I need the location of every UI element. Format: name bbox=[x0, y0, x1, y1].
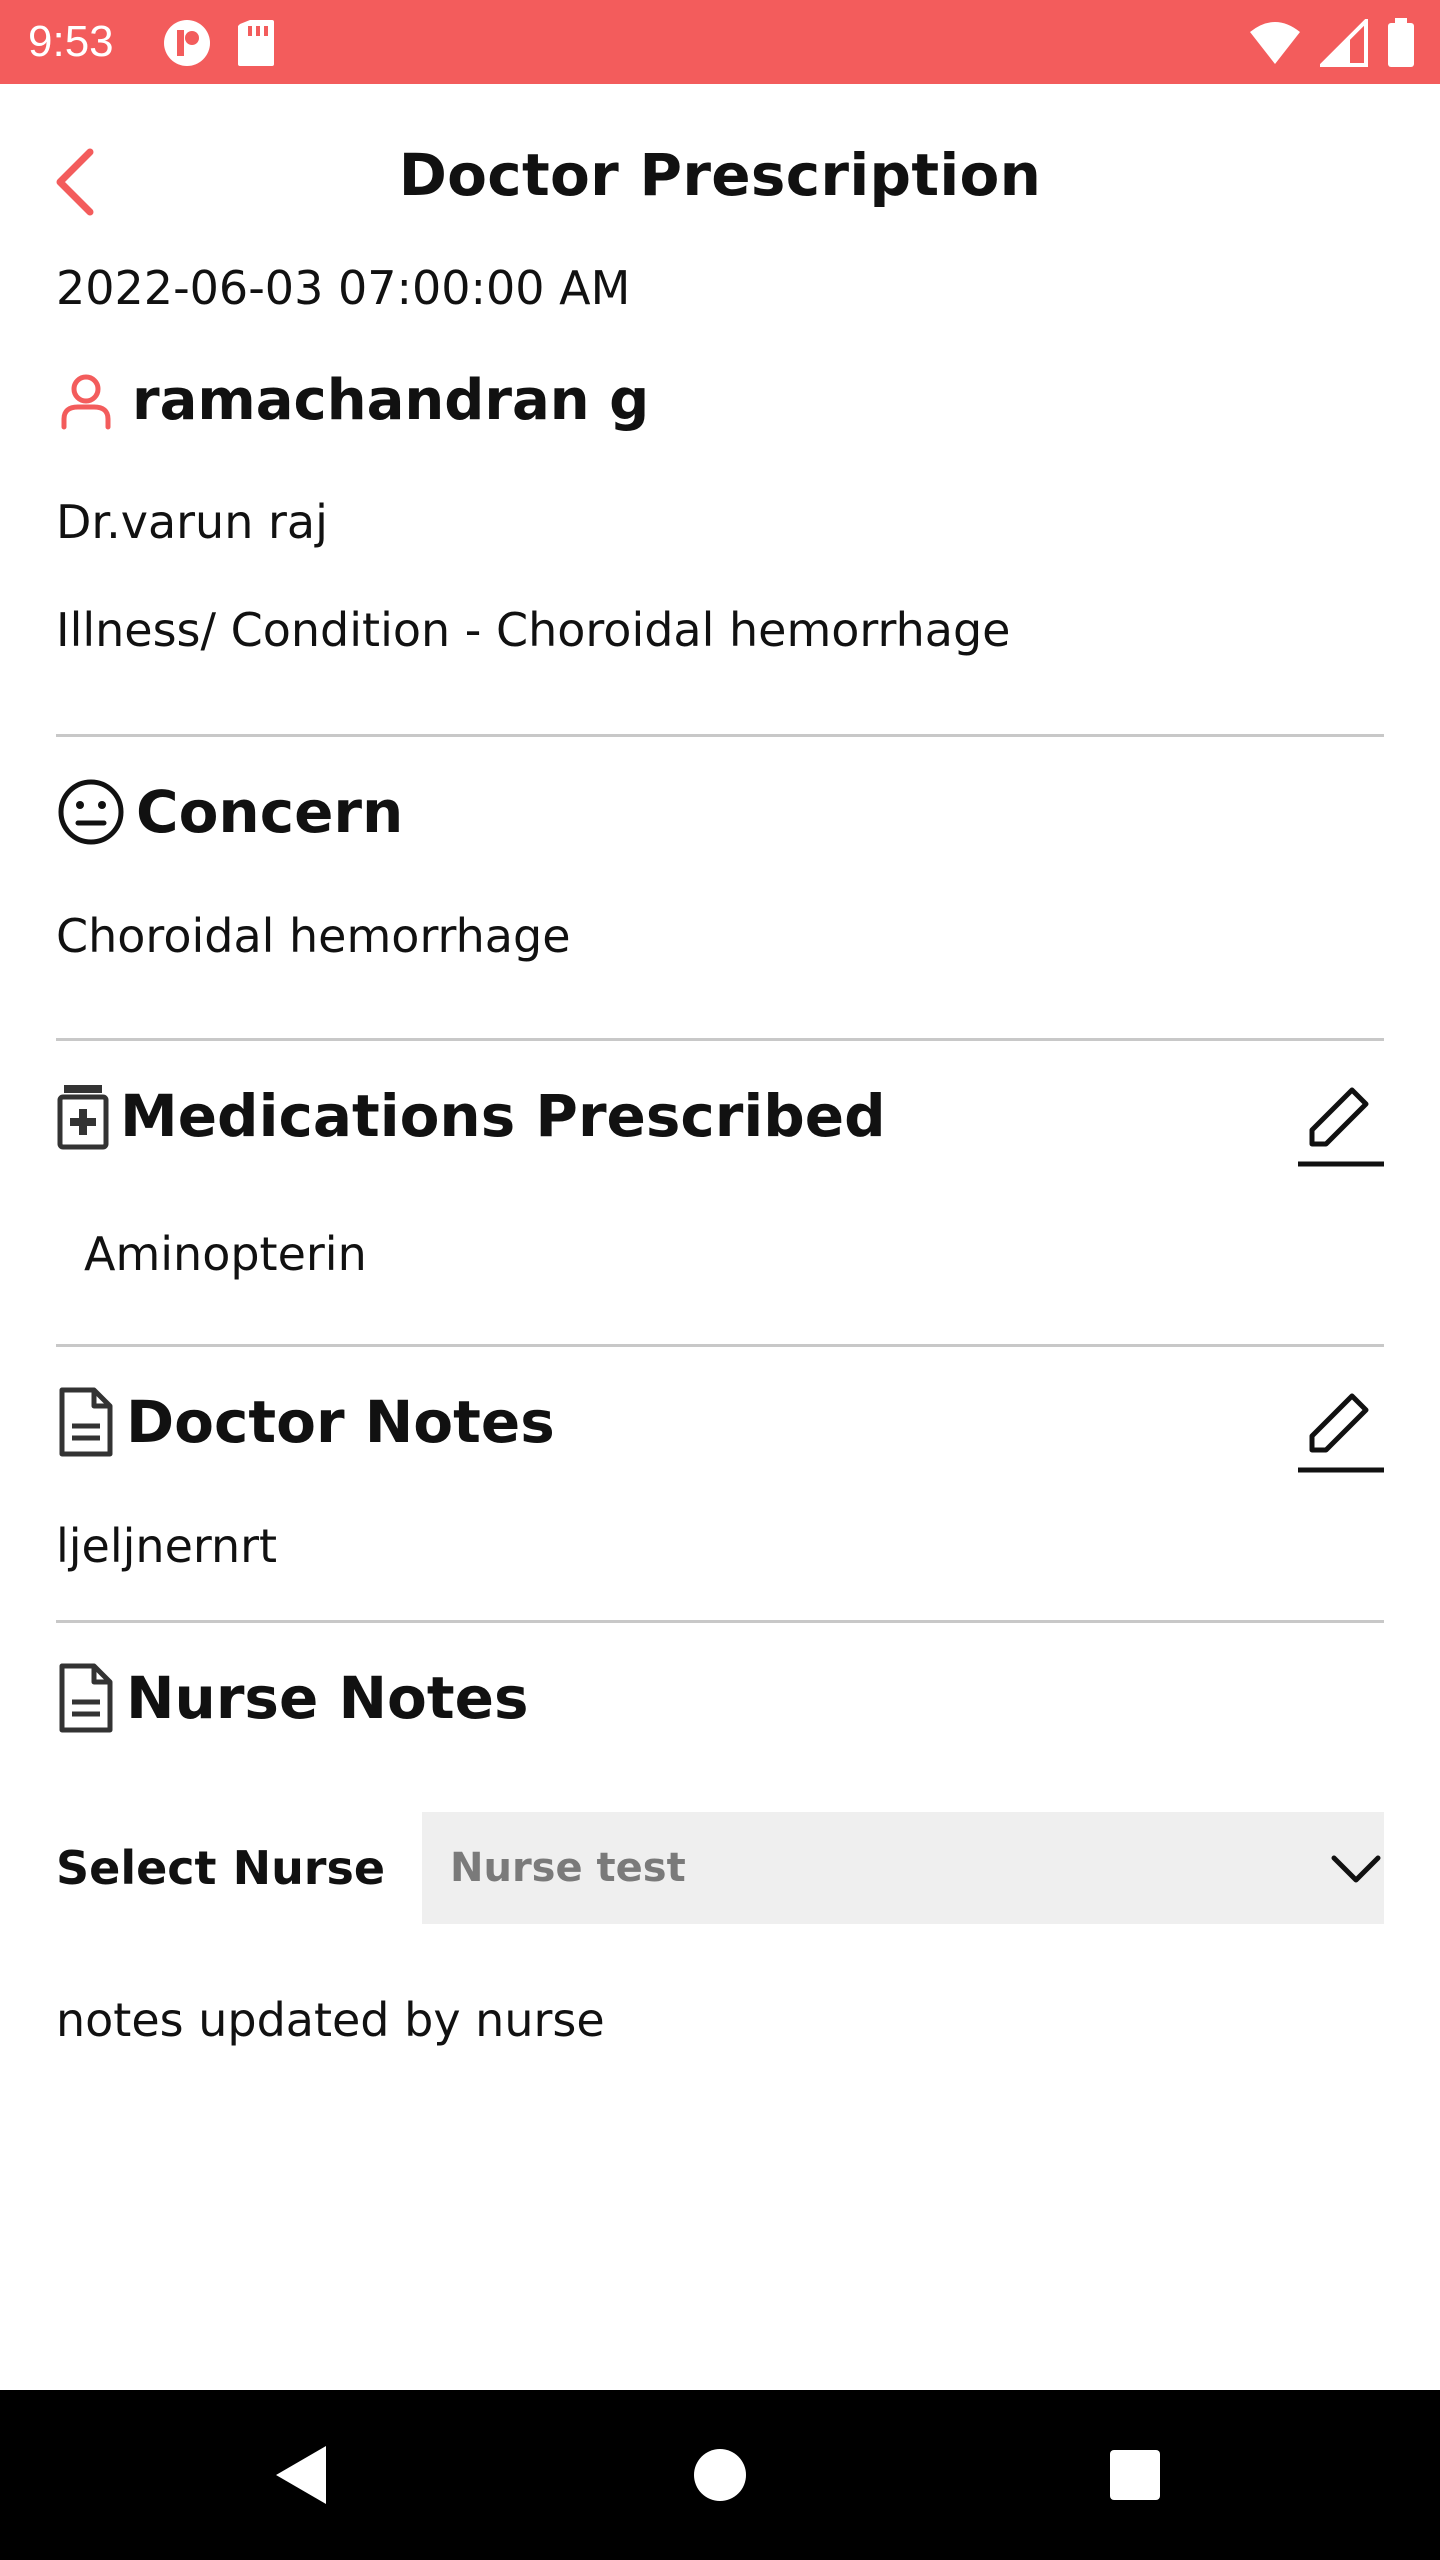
select-nurse-row: Select Nurse Nurse test bbox=[56, 1812, 1384, 1924]
selected-nurse-value: Nurse test bbox=[450, 1845, 686, 1891]
prescription-datetime: 2022-06-03 07:00:00 AM bbox=[56, 261, 631, 315]
status-icons-right bbox=[1248, 18, 1416, 68]
square-recents-icon bbox=[1110, 2450, 1160, 2500]
sd-card-icon bbox=[238, 20, 274, 66]
system-navigation-bar bbox=[0, 2390, 1440, 2560]
edit-medications-button[interactable] bbox=[1296, 1080, 1386, 1170]
person-icon bbox=[61, 374, 111, 430]
nurse-notes-text: notes updated by nurse bbox=[56, 1993, 605, 2047]
patient-name: ramachandran g bbox=[132, 368, 650, 433]
medications-title: Medications Prescribed bbox=[120, 1082, 886, 1150]
divider bbox=[56, 1620, 1384, 1623]
concern-heading: Concern bbox=[56, 776, 403, 848]
battery-icon bbox=[1388, 18, 1414, 67]
neutral-face-icon bbox=[58, 779, 124, 845]
triangle-back-icon bbox=[276, 2446, 326, 2504]
patient-row: ramachandran g bbox=[56, 366, 649, 436]
concern-text: Choroidal hemorrhage bbox=[56, 909, 571, 963]
app-header: Doctor Prescription bbox=[0, 84, 1440, 274]
status-time: 9:53 bbox=[28, 17, 114, 66]
nav-recents-button[interactable] bbox=[1090, 2430, 1180, 2520]
divider bbox=[56, 1344, 1384, 1347]
chevron-down-icon bbox=[1331, 1855, 1381, 1883]
wifi-icon bbox=[1250, 22, 1300, 64]
nav-back-button[interactable] bbox=[256, 2430, 346, 2520]
nurse-select-dropdown[interactable]: Nurse test bbox=[422, 1812, 1384, 1924]
concern-title: Concern bbox=[136, 778, 404, 846]
doctor-notes-heading: Doctor Notes bbox=[56, 1386, 555, 1458]
document-icon bbox=[59, 1387, 113, 1457]
select-nurse-label: Select Nurse bbox=[56, 1841, 386, 1895]
document-icon bbox=[59, 1663, 113, 1733]
doctor-notes-text: ljeljnernrt bbox=[56, 1519, 278, 1573]
divider bbox=[56, 734, 1384, 737]
doctor-name: Dr.varun raj bbox=[56, 495, 328, 549]
doctor-notes-title: Doctor Notes bbox=[126, 1388, 555, 1456]
status-icons-left bbox=[162, 18, 276, 68]
medications-heading: Medications Prescribed bbox=[56, 1080, 886, 1152]
nav-home-button[interactable] bbox=[675, 2430, 765, 2520]
cellular-signal-icon bbox=[1320, 19, 1368, 67]
status-bar: 9:53 bbox=[0, 0, 1440, 84]
nurse-notes-heading: Nurse Notes bbox=[56, 1662, 528, 1734]
app-notification-icon bbox=[164, 20, 210, 66]
page-title: Doctor Prescription bbox=[398, 141, 1042, 209]
edit-pencil-icon bbox=[1298, 1393, 1384, 1473]
medication-item: Aminopterin bbox=[84, 1227, 367, 1281]
circle-home-icon bbox=[694, 2449, 746, 2501]
edit-pencil-icon bbox=[1298, 1087, 1384, 1167]
divider bbox=[56, 1038, 1384, 1041]
illness-condition: Illness/ Condition - Choroidal hemorrhag… bbox=[56, 603, 1011, 657]
edit-doctor-notes-button[interactable] bbox=[1296, 1386, 1386, 1476]
medicine-bottle-icon bbox=[57, 1085, 109, 1150]
nurse-notes-title: Nurse Notes bbox=[126, 1664, 529, 1732]
